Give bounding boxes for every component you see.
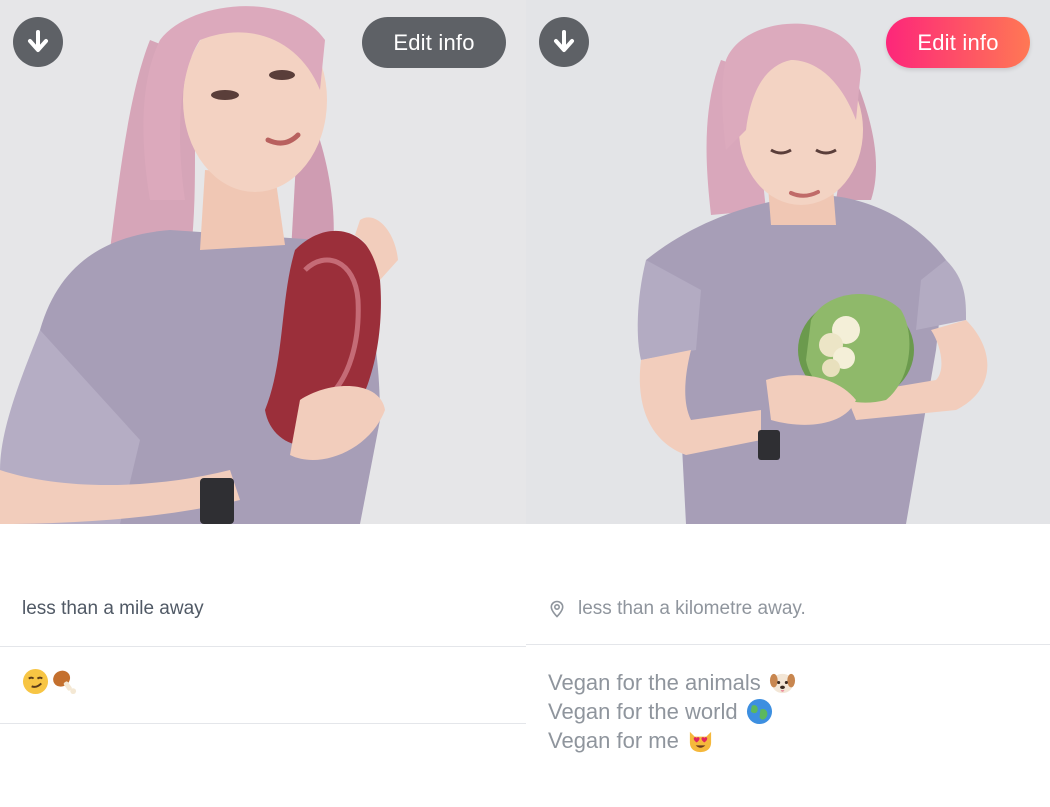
dog-face-emoji: [769, 673, 795, 694]
smirking-face-emoji: [22, 668, 49, 695]
edit-info-button[interactable]: Edit info: [886, 17, 1030, 68]
download-button[interactable]: [13, 17, 63, 67]
distance-text: less than a mile away: [22, 598, 204, 620]
download-button[interactable]: [539, 17, 589, 67]
bio: [22, 668, 78, 695]
bio-emoji-line: [22, 668, 78, 695]
edit-info-button[interactable]: Edit info: [362, 17, 506, 68]
globe-emoji: [746, 698, 772, 725]
bio-line: Vegan for the world: [548, 697, 796, 726]
divider: [0, 723, 526, 724]
photo-illustration-meat: [0, 0, 526, 524]
divider: [0, 646, 526, 647]
distance-text: less than a kilometre away.: [548, 598, 806, 620]
bio-line-text: Vegan for the world: [548, 699, 738, 724]
map-pin-icon: [550, 600, 564, 618]
distance-label: less than a kilometre away.: [578, 598, 806, 619]
bio-line-text: Vegan for the animals: [548, 670, 761, 695]
profile-card-right: Edit info less than a kilometre away. Ve…: [526, 0, 1050, 807]
arrow-down-icon: [554, 30, 574, 52]
bio-line: Vegan for me: [548, 726, 796, 755]
bio: Vegan for the animals Vegan for the worl…: [548, 668, 796, 755]
photo-illustration-cauliflower: [526, 0, 1050, 524]
profile-photo-meat[interactable]: [0, 0, 526, 524]
heart-eyes-cat-emoji: [689, 731, 711, 753]
profile-card-left: Edit info less than a mile away: [0, 0, 526, 807]
bio-line-text: Vegan for me: [548, 728, 679, 753]
profile-photo-cauliflower[interactable]: [526, 0, 1050, 524]
distance-label: less than a mile away: [22, 598, 204, 619]
divider: [526, 644, 1050, 645]
bio-line: Vegan for the animals: [548, 668, 796, 697]
arrow-down-icon: [28, 30, 48, 52]
poultry-leg-emoji: [53, 670, 77, 695]
